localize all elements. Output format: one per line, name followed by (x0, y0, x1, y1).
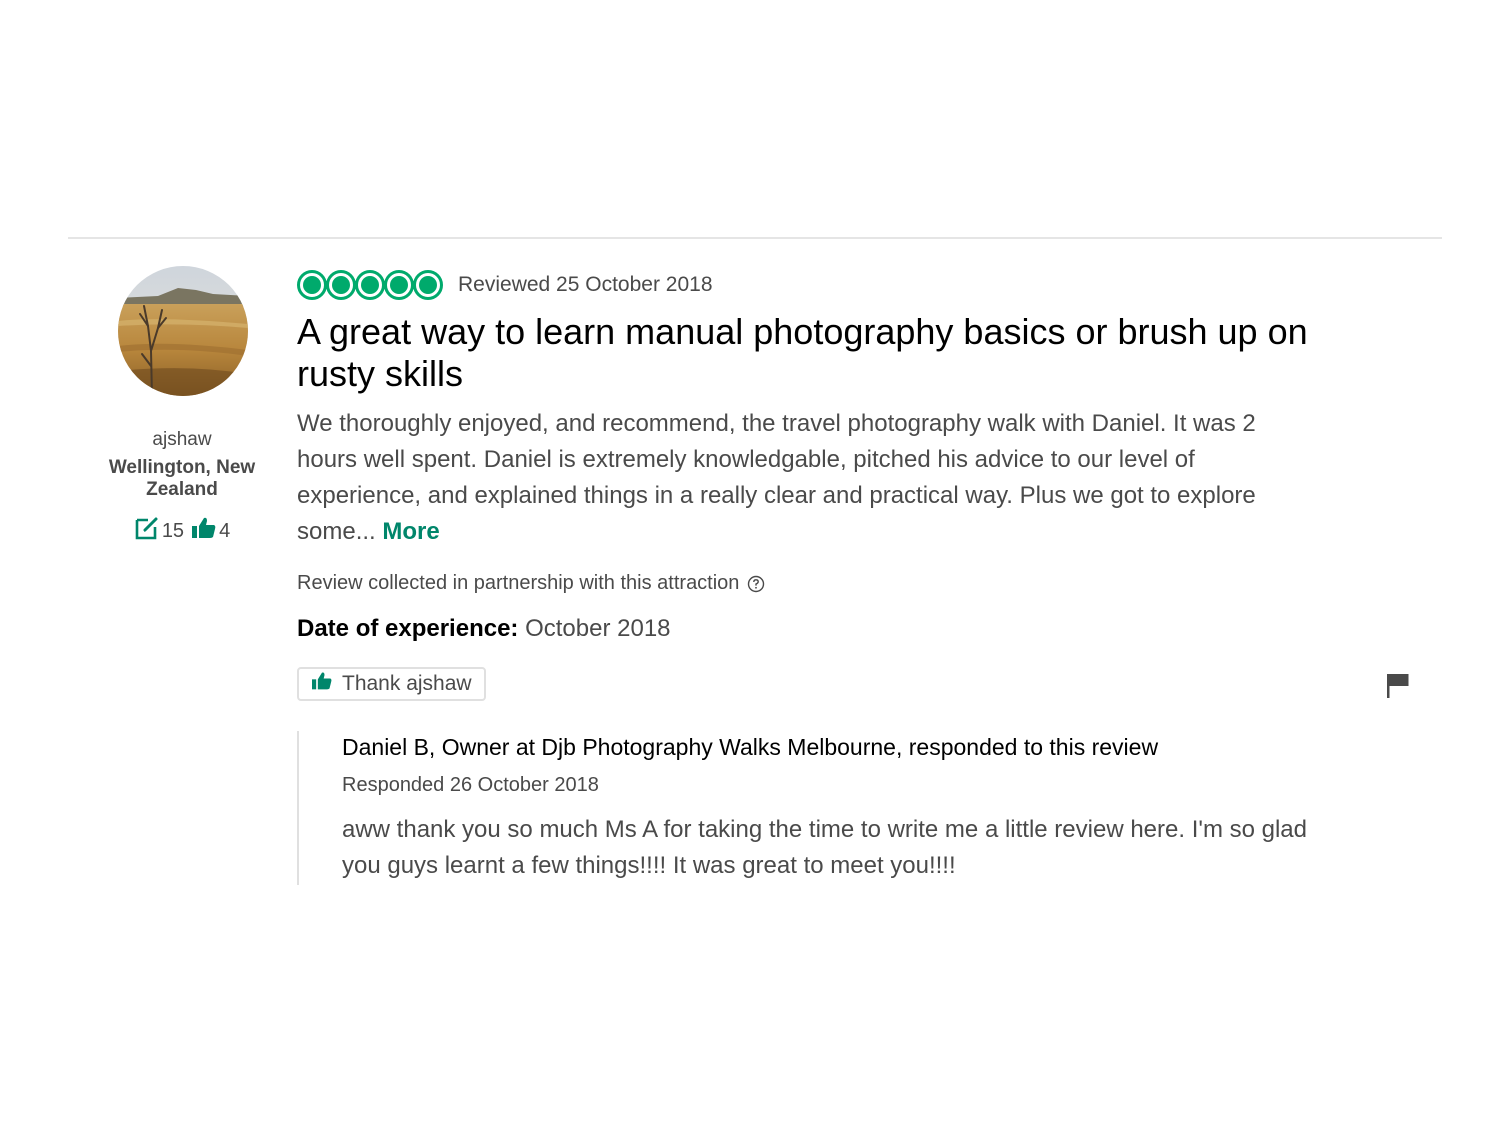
reviewer-username[interactable]: ajshaw (68, 429, 296, 451)
helpful-votes-count: 4 (219, 519, 231, 542)
review-title[interactable]: A great way to learn manual photography … (297, 311, 1337, 395)
help-circle-icon[interactable] (747, 575, 765, 593)
helpful-votes-stat: 4 (191, 516, 230, 546)
more-link[interactable]: More (382, 518, 439, 545)
response-author: Daniel B, Owner at Djb Photography Walks… (342, 734, 1159, 760)
rating-row: Reviewed 25 October 2018 (297, 268, 713, 302)
review-card: ajshaw Wellington, New Zealand 15 4 Revi… (68, 239, 1442, 939)
experience-value: October 2018 (525, 615, 671, 642)
response-date: Responded 26 October 2018 (342, 774, 599, 796)
date-of-experience: Date of experience: October 2018 (297, 615, 671, 643)
flag-icon[interactable] (1386, 673, 1410, 704)
reviewer-location: Wellington, New Zealand (108, 457, 256, 500)
owner-response: Daniel B, Owner at Djb Photography Walks… (297, 731, 1319, 885)
bubble-rating (297, 270, 443, 300)
collected-note-text: Review collected in partnership with thi… (297, 572, 740, 594)
rating-bubble-icon (326, 270, 356, 300)
collected-note: Review collected in partnership with thi… (297, 572, 765, 595)
thumbs-up-icon (191, 516, 219, 546)
rating-bubble-icon (355, 270, 385, 300)
response-text: aww thank you so much Ms A for taking th… (342, 816, 1307, 879)
avatar[interactable] (118, 266, 248, 396)
thumbs-up-icon (311, 671, 342, 697)
rating-bubble-icon (297, 270, 327, 300)
rating-bubble-icon (413, 270, 443, 300)
edit-icon (134, 515, 162, 547)
rating-bubble-icon (384, 270, 414, 300)
review-body-text: We thoroughly enjoyed, and recommend, th… (297, 410, 1256, 545)
thank-button[interactable]: Thank ajshaw (297, 667, 486, 701)
contributions-stat: 15 (134, 515, 184, 547)
experience-label: Date of experience: (297, 615, 519, 642)
review-body: We thoroughly enjoyed, and recommend, th… (297, 406, 1317, 550)
contributions-count: 15 (161, 519, 185, 542)
thank-button-label: Thank ajshaw (342, 672, 472, 695)
reviewer-stats: 15 4 (68, 515, 296, 547)
reviewed-date: Reviewed 25 October 2018 (458, 273, 713, 296)
